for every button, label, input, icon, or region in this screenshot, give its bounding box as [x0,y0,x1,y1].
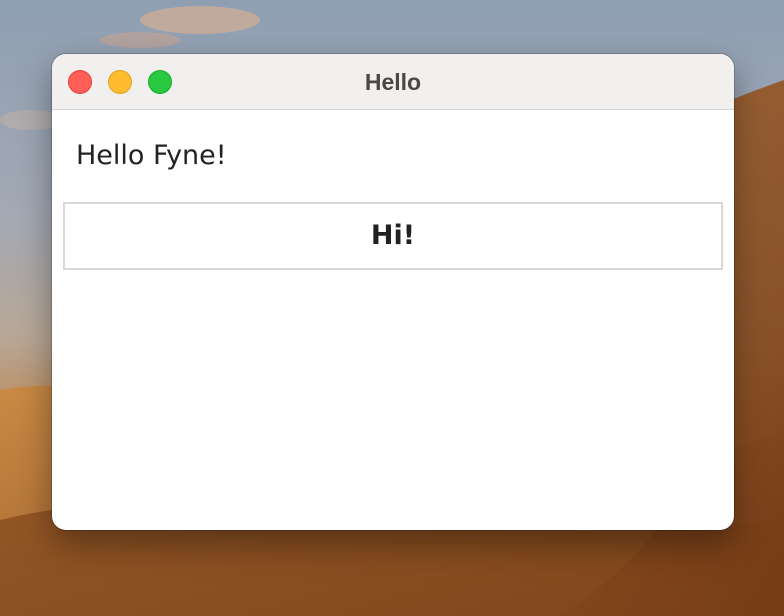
window-title: Hello [364,69,422,95]
hi-button[interactable]: Hi! [63,202,723,270]
title-bar[interactable]: Hello [52,54,734,110]
hello-label: Hello Fyne! [76,140,227,171]
app-window: Hello Hello Fyne! Hi! [52,54,734,530]
window-content: Hello Fyne! Hi! [52,110,734,530]
